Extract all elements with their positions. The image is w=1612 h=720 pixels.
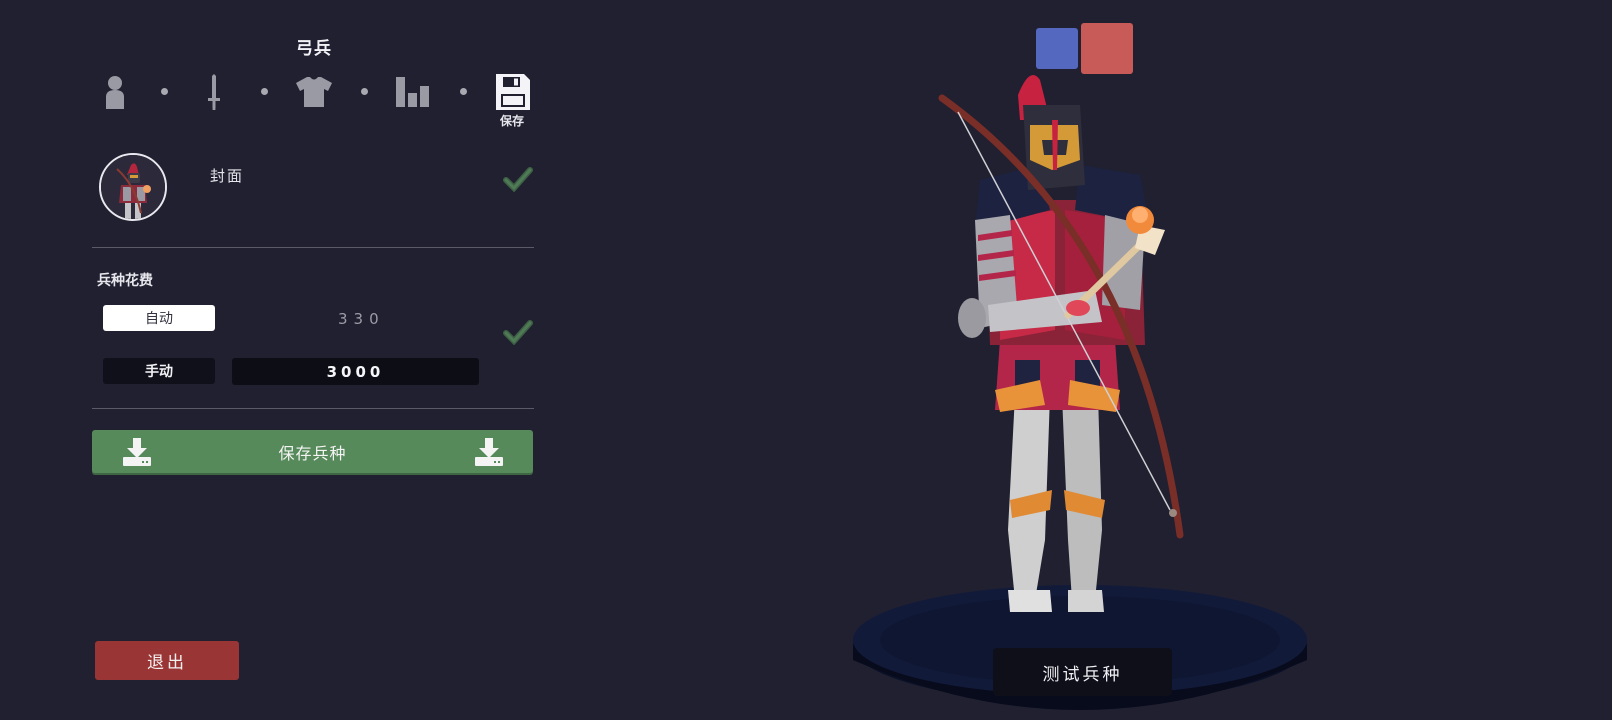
step-separator-dot bbox=[161, 88, 168, 95]
cover-label: 封面 bbox=[210, 167, 245, 185]
cover-check-icon[interactable] bbox=[503, 166, 533, 196]
save-step-label: 保存 bbox=[500, 114, 525, 128]
step-separator-dot bbox=[460, 88, 467, 95]
section-divider bbox=[92, 408, 534, 409]
floppy-disk-icon[interactable] bbox=[493, 72, 533, 112]
download-icon bbox=[475, 438, 503, 466]
cover-avatar[interactable] bbox=[99, 153, 167, 221]
save-unit-label: 保存兵种 bbox=[278, 443, 347, 463]
unit-preview[interactable] bbox=[840, 60, 1320, 720]
auto-cost-value: 330 bbox=[338, 310, 385, 328]
stats-bars-icon[interactable] bbox=[393, 72, 433, 112]
sword-icon[interactable] bbox=[194, 72, 234, 112]
shirt-icon[interactable] bbox=[294, 72, 334, 112]
auto-cost-button[interactable]: 自动 bbox=[103, 305, 215, 331]
step-separator-dot bbox=[261, 88, 268, 95]
save-unit-button[interactable]: 保存兵种 bbox=[92, 430, 533, 473]
unit-name-title: 弓兵 bbox=[296, 39, 332, 59]
step-separator-dot bbox=[361, 88, 368, 95]
unit-cost-title: 兵种花费 bbox=[97, 273, 153, 289]
person-icon[interactable] bbox=[95, 72, 135, 112]
cost-check-icon[interactable] bbox=[503, 319, 533, 349]
manual-cost-button[interactable]: 手动 bbox=[103, 358, 215, 384]
manual-cost-input[interactable]: 3000 bbox=[232, 358, 479, 385]
download-icon bbox=[123, 438, 151, 466]
test-unit-button[interactable]: 测试兵种 bbox=[993, 648, 1172, 696]
exit-button[interactable]: 退出 bbox=[95, 641, 239, 680]
section-divider bbox=[92, 247, 534, 248]
